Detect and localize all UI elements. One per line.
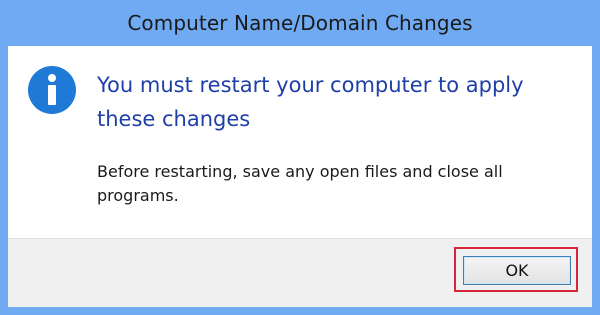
- dialog-window: Computer Name/Domain Changes You must re…: [0, 0, 600, 315]
- main-instruction: You must restart your computer to apply …: [97, 73, 524, 131]
- body-text: Before restarting, save any open files a…: [97, 162, 503, 205]
- dialog-content: You must restart your computer to apply …: [8, 46, 592, 238]
- ok-button[interactable]: OK: [463, 256, 571, 285]
- title-bar[interactable]: Computer Name/Domain Changes: [0, 0, 600, 46]
- info-icon: [28, 66, 76, 114]
- window-title: Computer Name/Domain Changes: [127, 11, 473, 35]
- button-bar: OK: [8, 238, 592, 307]
